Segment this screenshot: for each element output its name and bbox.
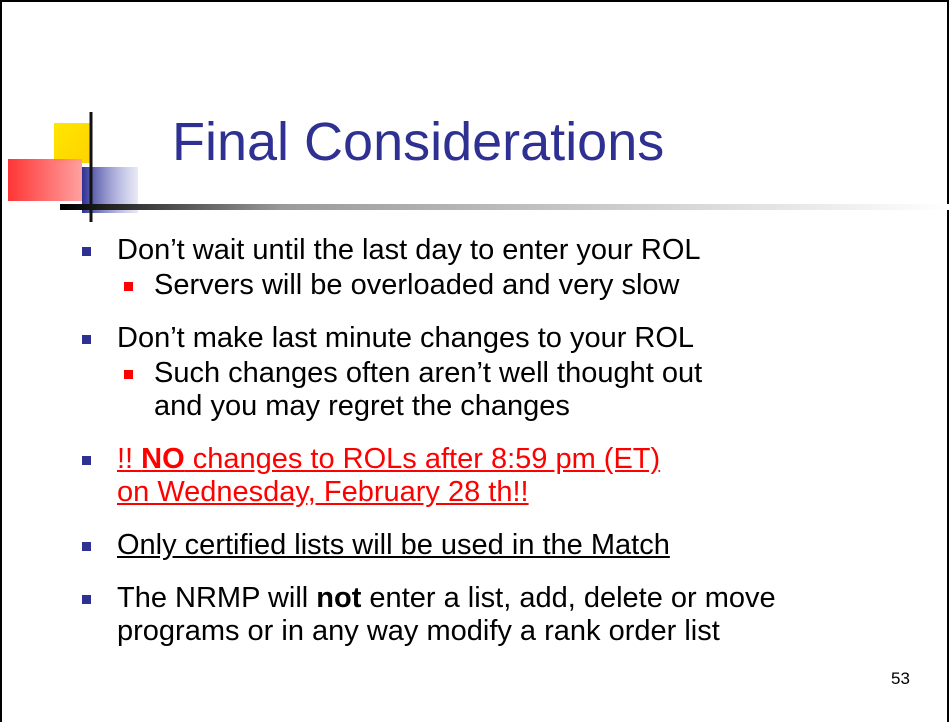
slide-title: Final Considerations: [172, 112, 665, 172]
deadline-rest: changes to ROLs after 8:59 pm (ET) on We…: [117, 443, 661, 508]
sub-bullet-text: Servers will be overloaded and very slow: [154, 269, 680, 301]
square-bullet-icon: [124, 282, 133, 291]
slide-decoration-squares: [8, 112, 138, 222]
bullet-item: Don’t wait until the last day to enter y…: [82, 234, 922, 302]
bullet-emphasis: not: [316, 582, 362, 614]
bullet-item: The NRMP will not enter a list, add, del…: [82, 582, 837, 648]
title-underline: [60, 204, 950, 210]
bullet-text-pre: The NRMP will: [117, 582, 317, 614]
sub-bullet-item: Such changes often aren’t well thought o…: [124, 357, 714, 423]
square-bullet-icon: [82, 595, 91, 604]
square-bullet-icon: [82, 456, 91, 465]
square-bullet-icon: [82, 542, 91, 551]
slide: Final Considerations Don’t wait until th…: [0, 0, 950, 722]
square-bullet-icon: [124, 370, 133, 379]
square-bullet-icon: [82, 247, 91, 256]
bullet-item: Don’t make last minute changes to your R…: [82, 322, 922, 423]
page-number: 53: [891, 669, 910, 688]
bullet-text: Don’t make last minute changes to your R…: [117, 322, 695, 354]
bullet-list: Don’t wait until the last day to enter y…: [82, 234, 922, 668]
deadline-emphasis: NO: [141, 443, 185, 475]
bullet-text: Only certified lists will be used in the…: [117, 529, 670, 561]
deadline-text: !! NO changes to ROLs after 8:59 pm (ET)…: [117, 443, 660, 508]
bullet-item: !! NO changes to ROLs after 8:59 pm (ET)…: [82, 443, 687, 509]
bullet-item: Only certified lists will be used in the…: [82, 529, 922, 562]
bullet-text: Don’t wait until the last day to enter y…: [117, 234, 701, 266]
deadline-prefix: !!: [117, 443, 142, 475]
square-bullet-icon: [82, 335, 91, 344]
sub-bullet-item: Servers will be overloaded and very slow: [124, 269, 922, 302]
sub-bullet-text: Such changes often aren’t well thought o…: [154, 357, 703, 422]
